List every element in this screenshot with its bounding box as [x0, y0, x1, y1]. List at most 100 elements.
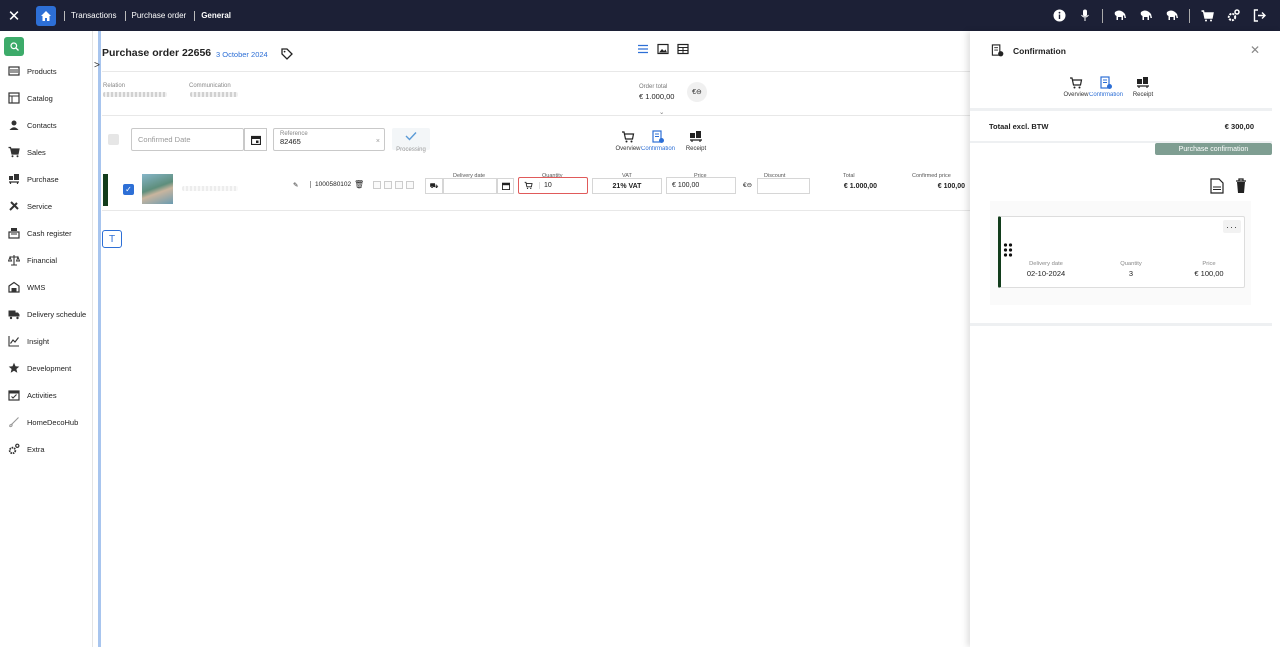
add-text-button[interactable]: T — [102, 230, 122, 248]
drag-handle-icon[interactable] — [1003, 243, 1013, 262]
cart-icon — [524, 181, 533, 190]
warehouse-icon — [0, 281, 27, 293]
expand-chevron-icon[interactable]: > — [94, 60, 100, 71]
divider — [102, 115, 970, 116]
processing-label: Processing — [396, 147, 426, 153]
product-image[interactable] — [142, 174, 173, 204]
panel-tab-receipt[interactable]: Receipt — [1128, 76, 1158, 98]
collapse-chevron-icon[interactable]: ⌄ — [659, 108, 664, 116]
row-checkbox[interactable]: ✓ — [123, 184, 134, 195]
sidebar-item-label: Cash register — [27, 228, 72, 238]
home-button[interactable] — [36, 5, 56, 26]
document-icon[interactable] — [1210, 178, 1224, 194]
option-box[interactable] — [395, 181, 403, 189]
elephant-icon[interactable] — [1133, 0, 1159, 31]
purchase-icon — [0, 173, 27, 185]
close-icon[interactable]: ✕ — [0, 7, 28, 25]
sidebar-item-delivery-schedule[interactable]: Delivery schedule — [0, 304, 93, 324]
sidebar-item-extra[interactable]: Extra — [0, 439, 93, 459]
option-box[interactable] — [373, 181, 381, 189]
option-box[interactable] — [384, 181, 392, 189]
panel-tab-confirmation-label: Confirmation — [1088, 92, 1123, 98]
image-view-icon[interactable] — [657, 43, 669, 55]
article-number: 1000580102 — [310, 181, 351, 188]
sidebar-item-label: Development — [27, 363, 72, 373]
trash-icon[interactable] — [1235, 178, 1247, 194]
receipt-icon — [1137, 77, 1149, 88]
tab-confirmation[interactable]: Confirmation — [641, 130, 675, 152]
delivery-truck-button[interactable]: ⛟ — [425, 178, 443, 194]
vat-value: 21% VAT — [612, 182, 642, 190]
activities-icon — [0, 389, 27, 401]
more-options-icon[interactable]: ··· — [1223, 220, 1241, 233]
table-view-icon[interactable] — [677, 43, 689, 55]
calendar-button[interactable] — [497, 178, 514, 194]
vat-select[interactable]: 21% VAT — [592, 178, 662, 194]
divider — [102, 210, 970, 211]
cart-icon[interactable] — [1194, 0, 1220, 31]
sidebar-item-sales[interactable]: Sales — [0, 142, 93, 162]
microphone-icon[interactable] — [1072, 0, 1098, 31]
elephant-icon[interactable] — [1107, 0, 1133, 31]
search-button[interactable] — [4, 37, 24, 56]
sidebar-item-catalog[interactable]: Catalog — [0, 88, 93, 108]
close-icon[interactable]: ✕ — [1250, 43, 1260, 57]
settings-icon[interactable] — [1220, 0, 1246, 31]
divider — [970, 108, 1272, 111]
confirmation-card[interactable]: ··· Delivery date 02-10-2024 Quantity 3 … — [998, 216, 1245, 288]
sidebar-item-purchase[interactable]: Purchase — [0, 169, 93, 189]
delivery-date-input[interactable] — [443, 178, 497, 194]
search-icon — [9, 42, 19, 51]
edit-icon[interactable]: ✎ — [293, 181, 298, 189]
calendar-icon — [250, 135, 261, 145]
card-price-value: € 100,00 — [1194, 269, 1224, 278]
relation-value[interactable] — [103, 92, 167, 97]
option-box[interactable] — [406, 181, 414, 189]
quantity-input[interactable]: 10 — [518, 177, 588, 194]
elephant-icon[interactable] — [1159, 0, 1185, 31]
logout-icon[interactable] — [1246, 0, 1272, 31]
sidebar-item-financial[interactable]: Financial — [0, 250, 93, 270]
sidebar-item-insight[interactable]: Insight — [0, 331, 93, 351]
breadcrumb-purchase-order[interactable]: Purchase order — [124, 10, 186, 21]
sidebar-item-contacts[interactable]: Contacts — [0, 115, 93, 135]
confirmed-date-input[interactable]: Confirmed Date — [131, 128, 244, 151]
card-price-label: Price — [1202, 261, 1216, 267]
breadcrumb-transactions[interactable]: Transactions — [64, 10, 117, 21]
sidebar-item-cash-register[interactable]: Cash register — [0, 223, 93, 243]
panel-tab-receipt-label: Receipt — [1132, 92, 1154, 98]
card-delivery-date-value: 02-10-2024 — [1026, 269, 1066, 278]
sidebar-item-wms[interactable]: WMS — [0, 277, 93, 297]
currency-icon: €⊖ — [692, 89, 702, 96]
relation-label: Relation — [103, 83, 126, 89]
select-all-checkbox[interactable] — [108, 134, 119, 145]
processing-button[interactable]: Processing — [392, 128, 430, 153]
panel-tab-confirmation[interactable]: Confirmation — [1089, 76, 1123, 98]
order-date[interactable]: 3 October 2024 — [216, 50, 268, 59]
price-input[interactable]: € 100,00 — [666, 177, 736, 194]
list-view-icon[interactable] — [637, 43, 649, 55]
sidebar-item-service[interactable]: Service — [0, 196, 93, 216]
service-icon — [0, 200, 27, 212]
sidebar-item-development[interactable]: Development — [0, 358, 93, 378]
calendar-button[interactable] — [244, 128, 267, 151]
currency-icon[interactable]: €⊖ — [743, 181, 752, 189]
sidebar-item-activities[interactable]: Activities — [0, 385, 93, 405]
discount-input[interactable] — [757, 178, 810, 194]
sidebar-item-homedecohub[interactable]: HomeDecoHub — [0, 412, 93, 432]
currency-button[interactable]: €⊖ — [687, 82, 707, 102]
trash-icon[interactable]: 🗑 — [354, 180, 364, 189]
tab-receipt[interactable]: Receipt — [681, 130, 711, 152]
totaal-label: Totaal excl. BTW — [989, 122, 1049, 131]
purchase-confirmation-badge[interactable]: Purchase confirmation — [1155, 143, 1272, 155]
sidebar-item-products[interactable]: Products — [0, 61, 93, 81]
tag-icon[interactable] — [281, 47, 293, 65]
communication-value[interactable] — [190, 92, 238, 97]
reference-field[interactable]: Reference 82465 × — [273, 128, 385, 151]
tab-receipt-label: Receipt — [685, 146, 707, 152]
product-name[interactable] — [182, 186, 238, 191]
info-icon[interactable] — [1046, 0, 1072, 31]
page-title: Purchase order 22656 — [102, 47, 212, 59]
text-icon: T — [108, 233, 116, 245]
clear-icon[interactable]: × — [376, 138, 380, 145]
